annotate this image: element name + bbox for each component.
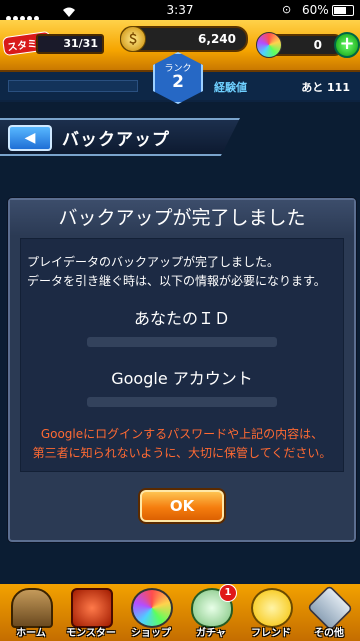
nav-item-home[interactable]: ホーム (2, 586, 60, 641)
top-hud: スタミナ 31/31 ＄ 6,240 0 + 経験値 あと 111 ランク 2 (0, 20, 360, 104)
gold-coin-icon: ＄ (120, 26, 146, 52)
nav-item-shop[interactable]: ショップ (122, 586, 180, 641)
dialog-title: バックアップが完了しました (10, 200, 354, 236)
orb-value: 0 (313, 38, 322, 52)
ok-button[interactable]: OK (138, 488, 226, 524)
battery-icon (332, 5, 354, 16)
message-line-1: プレイデータのバックアップが完了しました。 (27, 255, 280, 269)
add-orb-button[interactable]: + (334, 32, 360, 58)
dialog-message: プレイデータのバックアップが完了しました。 データを引き継ぐ時は、以下の情報が必… (27, 253, 326, 291)
nav-label-shop: ショップ (131, 628, 171, 639)
nav-label-other: その他 (314, 628, 344, 639)
gacha-notification-badge: 1 (219, 584, 237, 602)
nav-item-friend[interactable]: フレンド (242, 586, 300, 641)
nav-item-other[interactable]: その他 (300, 584, 358, 641)
back-arrow-icon: ◀ (24, 130, 36, 146)
warning-line-2: 第三者に知られないように、大切に保管してください。 (32, 446, 332, 460)
orb-icon (256, 32, 282, 58)
user-id-label: あなたのＩＤ (133, 309, 230, 328)
nav-label-friend: フレンド (251, 628, 291, 639)
stamina-value: 31/31 (63, 37, 98, 50)
google-account-label: Google アカウント (111, 369, 253, 388)
monster-icon (71, 588, 113, 628)
nav-item-monster[interactable]: モンスター (62, 586, 120, 641)
rank-value: 2 (172, 72, 184, 92)
rotation-lock-icon: ⊙ (282, 3, 292, 16)
user-id-value-redacted (87, 337, 277, 347)
backup-complete-dialog: バックアップが完了しました プレイデータのバックアップが完了しました。 データを… (8, 198, 356, 542)
exp-label: 経験値 (214, 81, 247, 94)
message-line-2: データを引き継ぐ時は、以下の情報が必要になります。 (27, 274, 326, 288)
page-title: バックアップ (62, 130, 170, 150)
shop-orb-icon (131, 588, 173, 628)
friend-icon (251, 588, 293, 628)
nav-label-monster: モンスター (66, 628, 116, 639)
bottom-nav: ホーム モンスター ショップ 1 ガチャ フレンド その他 (0, 584, 360, 641)
back-button[interactable]: ◀ (8, 125, 52, 151)
exp-bar (8, 80, 138, 92)
google-account-value-redacted (87, 397, 277, 407)
home-icon (11, 588, 53, 628)
nav-label-gacha: ガチャ (196, 628, 226, 639)
gold-counter: ＄ 6,240 (120, 26, 248, 52)
page-header: ◀ バックアップ (0, 118, 240, 156)
battery-percent: 60% (302, 3, 329, 17)
dialog-body: プレイデータのバックアップが完了しました。 データを引き継ぐ時は、以下の情報が必… (20, 238, 344, 472)
exp-remaining: あと 111 (301, 81, 350, 94)
nav-item-gacha[interactable]: 1 ガチャ (182, 584, 240, 641)
stamina-gauge: 31/31 (36, 34, 104, 54)
warning-text: Googleにログインするパスワードや上記の内容は、 第三者に知られないように、… (21, 425, 343, 463)
status-bar: 3:37 ⊙ 60% (0, 0, 360, 21)
nav-label-home: ホーム (16, 628, 46, 639)
orb-counter: 0 (256, 32, 344, 58)
gold-value: 6,240 (198, 32, 236, 46)
warning-line-1: Googleにログインするパスワードや上記の内容は、 (40, 427, 324, 441)
